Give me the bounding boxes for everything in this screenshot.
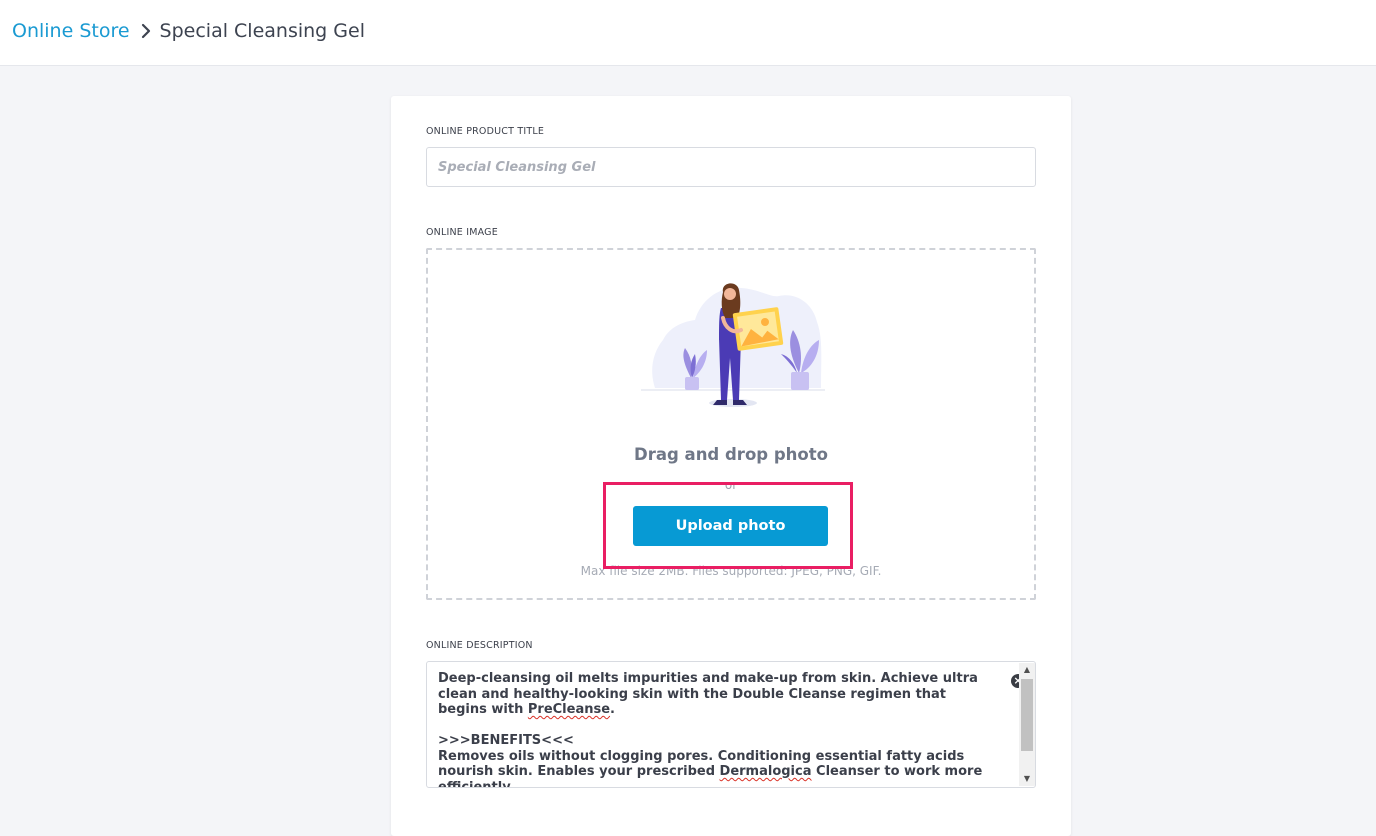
image-label: ONLINE IMAGE xyxy=(426,227,498,238)
description-textarea[interactable]: Deep-cleansing oil melts impurities and … xyxy=(426,661,1036,788)
dropzone-heading: Drag and drop photo xyxy=(634,445,828,464)
description-label: ONLINE DESCRIPTION xyxy=(426,640,533,651)
dropzone-or-text: or xyxy=(724,478,738,492)
upload-photo-button[interactable]: Upload photo xyxy=(633,506,828,546)
top-bar: Online Store Special Cleansing Gel xyxy=(0,0,1376,66)
scroll-down-arrow-icon[interactable]: ▼ xyxy=(1019,772,1035,786)
chevron-right-icon xyxy=(141,23,150,39)
benefits-heading: >>>BENEFITS<<< xyxy=(438,733,574,748)
breadcrumb-current-page: Special Cleansing Gel xyxy=(159,20,365,42)
upload-photo-illustration xyxy=(641,283,825,407)
spellcheck-word: PreCleanse xyxy=(527,702,611,717)
title-label: ONLINE PRODUCT TITLE xyxy=(426,126,545,137)
dropzone-file-hint: Max file size 2MB. Files supported: JPEG… xyxy=(580,564,882,578)
breadcrumb-online-store-link[interactable]: Online Store xyxy=(12,20,130,42)
description-scrollbar[interactable]: ▲ ▼ xyxy=(1019,663,1035,786)
description-text-part: Deep-cleansing oil melts impurities and … xyxy=(438,671,978,717)
product-title-input[interactable] xyxy=(426,147,1036,187)
image-dropzone[interactable]: Drag and drop photo or Max file size 2MB… xyxy=(426,248,1036,600)
scrollbar-thumb[interactable] xyxy=(1021,679,1033,751)
spellcheck-word: Dermalogica xyxy=(719,764,812,779)
description-text-part: . xyxy=(610,702,615,717)
scroll-up-arrow-icon[interactable]: ▲ xyxy=(1019,663,1035,677)
description-text: Deep-cleansing oil melts impurities and … xyxy=(438,671,998,787)
product-form-card: ONLINE PRODUCT TITLE ONLINE IMAGE xyxy=(391,96,1071,836)
breadcrumb: Online Store Special Cleansing Gel xyxy=(12,17,365,45)
